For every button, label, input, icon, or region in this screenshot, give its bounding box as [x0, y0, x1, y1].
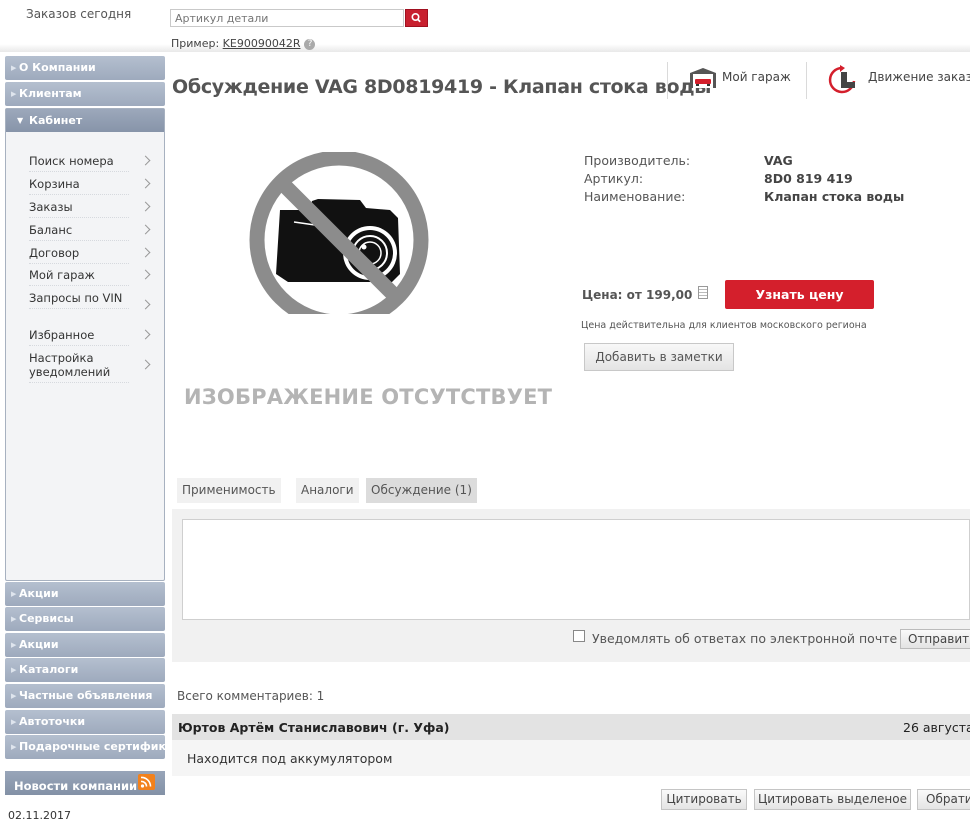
reply-button[interactable]: Обратиться: [917, 789, 970, 810]
divider: [667, 62, 668, 99]
sidebar-item-gift-certificates[interactable]: ▶Подарочные сертификаты: [5, 735, 165, 759]
cabinet-item-favorites[interactable]: Избранное: [29, 328, 151, 346]
triangle-right-icon: ▶: [11, 90, 17, 98]
sidebar-item-label: Частные объявления: [19, 689, 153, 702]
triangle-right-icon: ▶: [11, 615, 17, 623]
triangle-right-icon: ▶: [11, 590, 17, 598]
example-link[interactable]: KE90090042R: [223, 37, 301, 50]
price-text: Цена: от 199,00: [582, 288, 693, 302]
tab-applicability[interactable]: Применимость: [177, 478, 281, 503]
send-button[interactable]: Отправить: [900, 629, 970, 649]
no-image-placeholder: [242, 150, 436, 330]
cabinet-item-notification-settings[interactable]: Настройка уведомлений: [29, 351, 151, 383]
triangle-right-icon: ▶: [11, 64, 17, 72]
search-input[interactable]: [170, 9, 404, 27]
sidebar-item-label: Сервисы: [19, 612, 74, 625]
chevron-right-icon: [140, 269, 151, 280]
cabinet-item-cart[interactable]: Корзина: [29, 177, 151, 195]
chevron-right-icon: [140, 299, 151, 310]
sidebar-item-label: Кабинет: [29, 114, 83, 127]
calculator-icon[interactable]: [698, 286, 708, 299]
triangle-right-icon: ▶: [11, 666, 17, 674]
sidebar-item-label: Каталоги: [19, 663, 79, 676]
comment-date: 26 августа: [903, 720, 970, 735]
name-value: Клапан стока воды: [764, 189, 905, 204]
manufacturer-value: VAG: [764, 153, 793, 168]
cabinet-panel: ▼ Кабинет Поиск номера Корзина Заказы Бал…: [5, 108, 165, 581]
triangle-right-icon: ▶: [11, 692, 17, 700]
sidebar-item-label: Подарочные сертификаты: [19, 740, 165, 753]
triangle-down-icon: ▼: [17, 116, 24, 125]
divider: [806, 62, 807, 99]
chevron-right-icon: [140, 178, 151, 189]
rss-icon[interactable]: [138, 774, 155, 790]
chevron-right-icon: [140, 359, 151, 370]
cabinet-item-contract[interactable]: Договор: [29, 246, 151, 264]
sidebar-item-label: Автоточки: [19, 715, 86, 728]
manufacturer-label: Производитель:: [584, 153, 691, 168]
search-icon: [411, 12, 421, 23]
sidebar-item-promotions[interactable]: ▶ Акции: [5, 582, 165, 606]
sidebar-item-label: Клиентам: [19, 87, 82, 100]
my-garage-link[interactable]: Мой гараж: [722, 70, 791, 84]
comments-total: Всего комментариев: 1: [177, 689, 325, 703]
quote-selected-button[interactable]: Цитировать выделеное: [754, 789, 911, 810]
orders-movement-icon[interactable]: [827, 64, 859, 99]
cabinet-item-orders[interactable]: Заказы: [29, 200, 151, 218]
cabinet-item-number-search[interactable]: Поиск номера: [29, 154, 151, 172]
get-price-button[interactable]: Узнать цену: [725, 280, 874, 309]
no-camera-icon: [249, 150, 429, 330]
orders-movement-link[interactable]: Движение заказов: [868, 70, 970, 84]
sidebar-item-clients[interactable]: ▶ Клиентам: [5, 82, 165, 106]
garage-icon[interactable]: [689, 67, 717, 92]
sidebar-item-label: Акции: [19, 587, 59, 600]
news-date: 02.11.2017: [8, 809, 71, 822]
sidebar-item-promotions-2[interactable]: ▶ Акции: [5, 633, 165, 657]
tab-discussion[interactable]: Обсуждение (1): [366, 478, 477, 503]
cabinet-item-vin-requests[interactable]: Запросы по VIN: [29, 291, 151, 310]
add-to-notes-button[interactable]: Добавить в заметки: [584, 343, 734, 371]
comment-text: Находится под аккумулятором: [187, 751, 393, 766]
name-label: Наименование:: [584, 189, 686, 204]
top-bar: [0, 0, 970, 52]
quote-button[interactable]: Цитировать: [661, 789, 747, 810]
sidebar-item-cabinet[interactable]: ▼ Кабинет: [6, 109, 164, 132]
comment-textarea[interactable]: [182, 519, 970, 620]
cabinet-item-balance[interactable]: Баланс: [29, 223, 151, 241]
triangle-right-icon: ▶: [11, 718, 17, 726]
triangle-right-icon: ▶: [11, 743, 17, 751]
notify-checkbox[interactable]: [573, 630, 585, 642]
orders-today-label: Заказов сегодня: [26, 7, 132, 21]
sidebar-item-catalogs[interactable]: ▶ Каталоги: [5, 658, 165, 682]
chevron-right-icon: [140, 224, 151, 235]
tab-analogs[interactable]: Аналоги: [296, 478, 359, 503]
article-value: 8D0 819 419: [764, 171, 853, 186]
chevron-right-icon: [140, 247, 151, 258]
help-icon[interactable]: ?: [304, 39, 316, 50]
search-example: Пример: KE90090042R?: [171, 37, 316, 50]
article-label: Артикул:: [584, 171, 644, 186]
sidebar-item-autopoints[interactable]: ▶ Автоточки: [5, 710, 165, 734]
sidebar-item-services[interactable]: ▶ Сервисы: [5, 607, 165, 631]
chevron-right-icon: [140, 155, 151, 166]
sidebar-item-label: О Компании: [19, 61, 96, 74]
chevron-right-icon: [140, 201, 151, 212]
triangle-right-icon: ▶: [11, 641, 17, 649]
no-image-text: ИЗОБРАЖЕНИЕ ОТСУТСТВУЕТ: [184, 385, 553, 409]
chevron-right-icon: [140, 329, 151, 340]
notify-label: Уведомлять об ответах по электронной поч…: [592, 631, 898, 646]
sidebar-item-private-ads[interactable]: ▶ Частные объявления: [5, 684, 165, 708]
price-note: Цена действительна для клиентов московск…: [581, 320, 867, 331]
page-title: Обсуждение VAG 8D0819419 - Клапан стока …: [172, 76, 712, 98]
example-label: Пример:: [171, 37, 220, 50]
cabinet-item-garage[interactable]: Мой гараж: [29, 268, 151, 286]
comment-author: Юртов Артём Станиславович (г. Уфа): [178, 720, 450, 735]
search-button[interactable]: [405, 9, 428, 27]
sidebar-item-company[interactable]: ▶ О Компании: [5, 56, 165, 80]
sidebar-item-label: Акции: [19, 638, 59, 651]
